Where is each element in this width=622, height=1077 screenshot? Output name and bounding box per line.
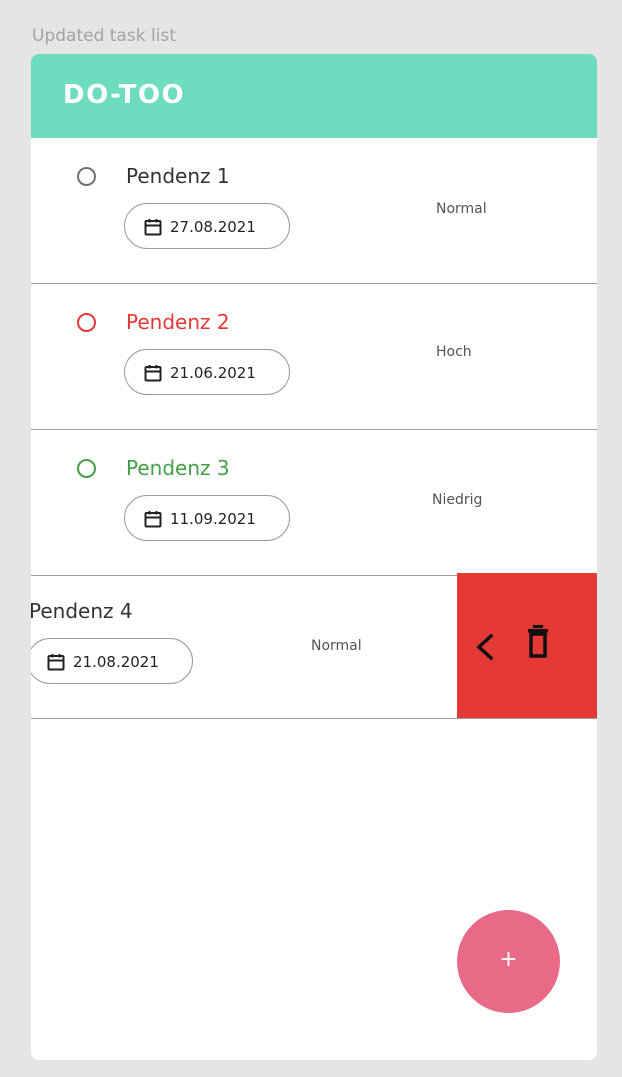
swipe-actions	[457, 573, 597, 718]
due-date-chip[interactable]: 11.09.2021	[124, 495, 290, 541]
priority-label: Hoch	[436, 344, 472, 360]
plus-icon: +	[499, 947, 518, 972]
task-title: Pendenz 2	[126, 310, 230, 334]
phone-screen: DO-TOO Pendenz 1 27.08.2021 Normal Pende…	[31, 54, 597, 1060]
task-item-swiped[interactable]: Pendenz 4 21.08.2021 Normal	[31, 573, 597, 719]
task-item[interactable]: Pendenz 3 11.09.2021 Niedrig	[31, 430, 597, 576]
due-date-text: 11.09.2021	[170, 510, 256, 528]
trash-icon[interactable]	[527, 624, 549, 658]
due-date-chip[interactable]: 27.08.2021	[124, 203, 290, 249]
add-task-button[interactable]: +	[457, 910, 560, 1013]
task-status-circle[interactable]	[77, 459, 96, 478]
calendar-icon	[144, 511, 162, 528]
calendar-icon	[144, 219, 162, 236]
frame-label: Updated task list	[32, 26, 176, 46]
due-date-text: 27.08.2021	[170, 218, 256, 236]
chevron-left-icon[interactable]	[473, 632, 497, 662]
due-date-chip[interactable]: 21.06.2021	[124, 349, 290, 395]
due-date-chip[interactable]: 21.08.2021	[31, 638, 193, 684]
priority-label: Niedrig	[432, 492, 483, 508]
task-title: Pendenz 4	[31, 599, 133, 623]
task-title: Pendenz 1	[126, 164, 230, 188]
calendar-icon	[47, 654, 65, 671]
app-title: DO-TOO	[63, 80, 186, 110]
task-title: Pendenz 3	[126, 456, 230, 480]
priority-label: Normal	[311, 638, 362, 654]
task-item[interactable]: Pendenz 1 27.08.2021 Normal	[31, 138, 597, 284]
due-date-text: 21.08.2021	[73, 653, 159, 671]
priority-label: Normal	[436, 201, 487, 217]
task-status-circle[interactable]	[77, 167, 96, 186]
task-item[interactable]: Pendenz 2 21.06.2021 Hoch	[31, 284, 597, 430]
calendar-icon	[144, 365, 162, 382]
task-status-circle[interactable]	[77, 313, 96, 332]
due-date-text: 21.06.2021	[170, 364, 256, 382]
app-bar: DO-TOO	[31, 54, 597, 138]
